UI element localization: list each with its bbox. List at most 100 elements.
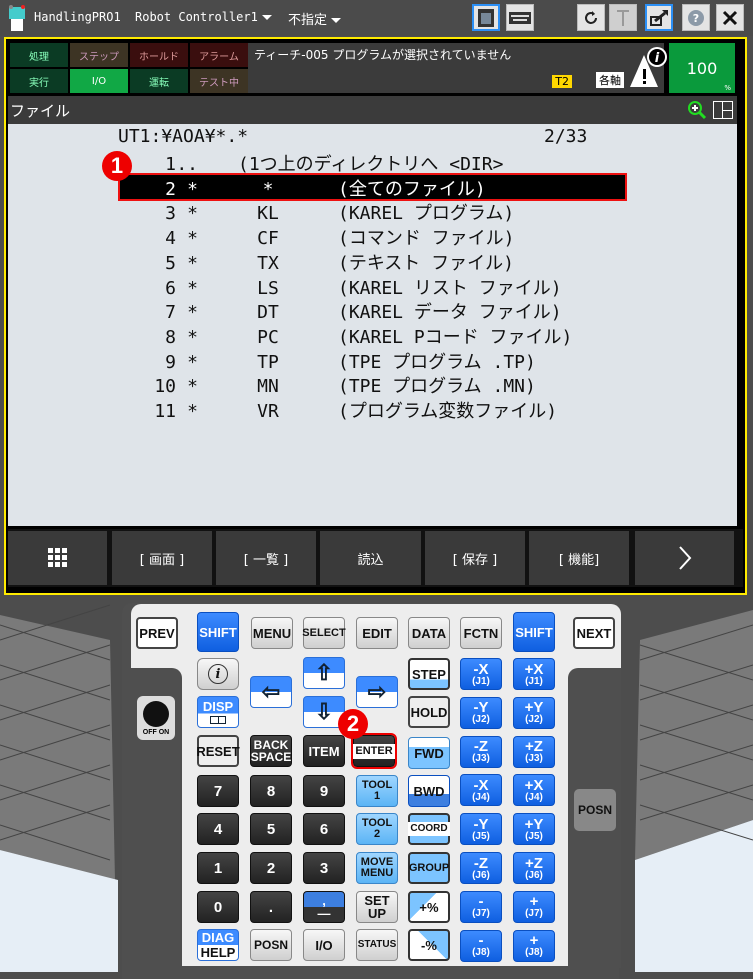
diag-help-key[interactable]: DIAG HELP [197, 929, 239, 961]
file-list-row[interactable]: 10 * MN (TPE プログラム .MN) [120, 372, 625, 397]
group-key[interactable]: GROUP [408, 852, 450, 884]
f2-list-button[interactable]: [ 一覧 ] [216, 531, 316, 585]
menu-grid-button[interactable] [8, 531, 107, 585]
hold-key[interactable]: HOLD [408, 696, 450, 728]
file-list-row[interactable]: 8 * PC (KAREL Pコード ファイル) [120, 323, 625, 348]
shift-right-key[interactable]: SHIFT [513, 612, 555, 652]
digit-1-key[interactable]: 1 [197, 852, 239, 884]
row-no: 8 [165, 326, 176, 348]
comma-minus-key[interactable]: , — [303, 891, 345, 923]
disp-key[interactable]: DISP [197, 696, 239, 728]
controller-dropdown[interactable]: Robot Controller1 [135, 10, 272, 24]
digit-0-key[interactable]: 0 [197, 891, 239, 923]
override-button[interactable]: 100% [669, 43, 735, 93]
edit-key[interactable]: EDIT [356, 617, 398, 649]
file-list-row[interactable]: 2 * * (全てのファイル) [118, 172, 627, 201]
tool2-key[interactable]: TOOL 2 [356, 813, 398, 845]
jog-key-10[interactable]: +Y (J5) [513, 813, 555, 846]
up-arrow-key[interactable]: ⇧ [303, 657, 345, 689]
zoom-in-icon[interactable] [687, 100, 707, 120]
jog-key-4[interactable]: +Y (J2) [513, 696, 555, 729]
close-button[interactable] [716, 4, 744, 31]
fctn-key[interactable]: FCTN [460, 617, 502, 649]
digit-9-key[interactable]: 9 [303, 775, 345, 807]
backspace-key[interactable]: BACK SPACE [250, 735, 292, 767]
digit-5-key[interactable]: 5 [250, 813, 292, 845]
file-list-row[interactable]: 9 * TP (TPE プログラム .TP) [120, 348, 625, 373]
warning-info-icon[interactable]: i [628, 45, 668, 89]
digit-7-key[interactable]: 7 [197, 775, 239, 807]
left-arrow-key[interactable]: ⇦ [250, 676, 292, 708]
info-key[interactable]: i [197, 658, 239, 690]
f3-load-button[interactable]: 読込 [320, 531, 421, 585]
jog-key-5[interactable]: -Z (J3) [460, 735, 502, 768]
shift-left-key[interactable]: SHIFT [197, 612, 239, 652]
jog-key-14[interactable]: + (J7) [513, 890, 555, 923]
next-key[interactable]: NEXT [573, 617, 615, 649]
group-dropdown[interactable]: 不指定 [288, 9, 342, 28]
posn-key[interactable]: POSN [250, 929, 292, 961]
help-button[interactable]: ? [682, 4, 710, 31]
jog-key-11[interactable]: -Z (J6) [460, 852, 502, 884]
setup-key[interactable]: SET UP [356, 891, 398, 923]
digit-2-key[interactable]: 2 [250, 852, 292, 884]
jog-key-15[interactable]: - (J8) [460, 929, 502, 962]
minus-percent-key[interactable]: -% [408, 929, 450, 961]
jog-key-3[interactable]: -Y (J2) [460, 696, 502, 729]
jog-key-12[interactable]: +Z (J6) [513, 852, 555, 884]
io-key[interactable]: I/O [303, 929, 345, 961]
plus-percent-key[interactable]: +% [408, 891, 450, 923]
row-ext: VR [257, 401, 279, 422]
digit-6-key[interactable]: 6 [303, 813, 345, 845]
digit-8-key[interactable]: 8 [250, 775, 292, 807]
jog-key-8[interactable]: +X (J4) [513, 774, 555, 807]
split-screen-icon[interactable] [713, 101, 733, 119]
step-key[interactable]: STEP [408, 658, 450, 690]
coord-key[interactable]: COORD [408, 813, 450, 845]
menu-key[interactable]: MENU [251, 617, 293, 649]
jog-key-1[interactable]: -X (J1) [460, 658, 502, 690]
jog-key-7[interactable]: -X (J4) [460, 774, 502, 807]
fwd-key[interactable]: FWD [408, 737, 450, 769]
tool1-key[interactable]: TOOL 1 [356, 775, 398, 807]
file-list-row[interactable]: 5 * TX (テキスト ファイル) [120, 249, 625, 274]
file-list-row[interactable]: 4 * CF (コマンド ファイル) [120, 224, 625, 249]
status-key[interactable]: STATUS [356, 929, 398, 961]
refresh-button[interactable] [577, 4, 605, 31]
file-list-row[interactable]: 6 * LS (KAREL リスト ファイル) [120, 274, 625, 299]
enter-key[interactable]: ENTER [351, 733, 397, 769]
prev-key[interactable]: PREV [136, 617, 178, 649]
teach-pendant-toggle-button[interactable] [472, 4, 500, 31]
f4-save-button[interactable]: [ 保存 ] [425, 531, 525, 585]
select-key[interactable]: SELECT [302, 617, 346, 649]
external-window-button[interactable] [645, 4, 673, 31]
next-page-button[interactable] [635, 531, 734, 585]
jog-key-13[interactable]: - (J7) [460, 890, 502, 923]
row-star: .. [176, 154, 198, 175]
digit-4-key[interactable]: 4 [197, 813, 239, 845]
robot-axis-button[interactable] [609, 4, 637, 31]
jog-key-9[interactable]: -Y (J5) [460, 813, 502, 846]
keyboard-button[interactable] [506, 4, 534, 31]
file-list-row[interactable]: 1.. (1つ上のディレクトリへ <DIR> [120, 150, 625, 175]
jog-axis-label: -Z [473, 738, 489, 756]
file-list-row[interactable]: 11 * VR (プログラム変数ファイル) [120, 397, 625, 422]
enable-switch[interactable]: OFF ON [137, 696, 175, 740]
file-list-row[interactable]: 3 * KL (KAREL プログラム) [120, 199, 625, 224]
item-key[interactable]: ITEM [303, 735, 345, 767]
right-arrow-key[interactable]: ⇨ [356, 676, 398, 708]
jog-key-2[interactable]: +X (J1) [513, 658, 555, 690]
f1-screen-button[interactable]: [ 画面 ] [112, 531, 212, 585]
decimal-key[interactable]: . [250, 891, 292, 923]
jog-key-6[interactable]: +Z (J3) [513, 735, 555, 768]
reset-key[interactable]: RESET [196, 735, 240, 767]
jog-key-16[interactable]: + (J8) [513, 929, 555, 962]
move-menu-key[interactable]: MOVE MENU [356, 852, 398, 884]
file-list-row[interactable]: 7 * DT (KAREL データ ファイル) [120, 298, 625, 323]
row-desc: (KAREL リスト ファイル) [338, 277, 562, 299]
f5-function-button[interactable]: [ 機能] [529, 531, 629, 585]
data-key[interactable]: DATA [408, 617, 450, 649]
side-posn-key[interactable]: POSN [574, 789, 616, 831]
digit-3-key[interactable]: 3 [303, 852, 345, 884]
bwd-key[interactable]: BWD [408, 775, 450, 807]
